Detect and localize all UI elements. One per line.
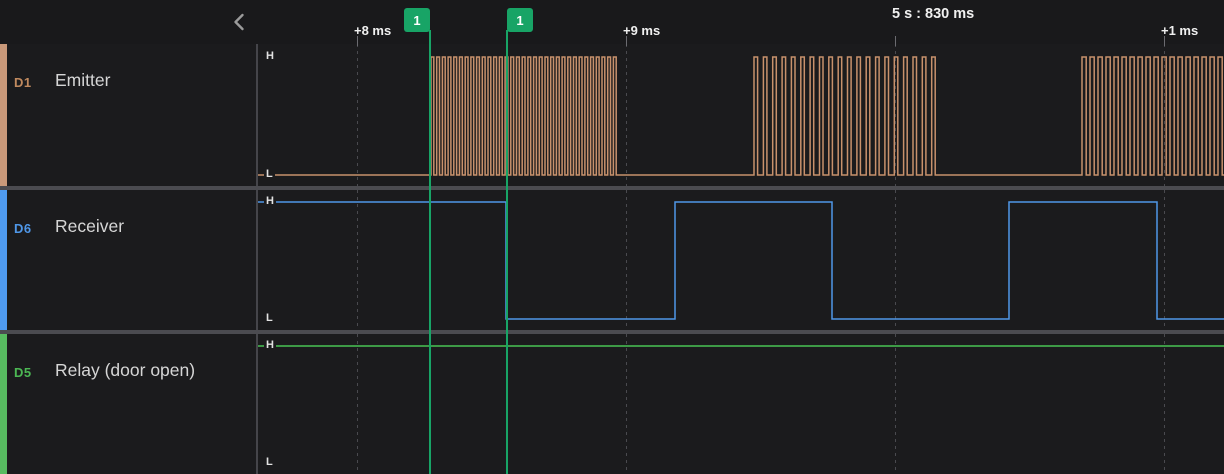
channel-color-bar: [0, 44, 7, 186]
timeline-tick-label: 5 s : 830 ms: [892, 6, 974, 22]
channel-id: D6: [14, 221, 32, 236]
waveform-area-relay[interactable]: HL: [258, 334, 1224, 474]
logic-analyzer-window: +8 ms +9 ms 5 s : 830 ms +1 ms 1 1 D1 Emitt…: [0, 0, 1224, 474]
timeline-ruler[interactable]: +8 ms +9 ms 5 s : 830 ms +1 ms: [0, 0, 1224, 44]
channel-id: D5: [14, 365, 32, 380]
timeline-tick-mark: [626, 36, 627, 46]
level-low-label: L: [264, 168, 275, 181]
digital-waveform-d6: [258, 190, 1224, 330]
waveform-area-emitter[interactable]: HL: [258, 44, 1224, 186]
timeline-tick-label: +1 ms: [1161, 23, 1198, 38]
channel-row-receiver: D6 Receiver HL: [0, 190, 1224, 330]
timeline-tick-label: +9 ms: [623, 23, 660, 38]
level-high-label: H: [264, 195, 276, 208]
level-high-label: H: [264, 50, 276, 63]
channel-row-emitter: D1 Emitter HL: [0, 44, 1224, 186]
channel-label-panel-emitter[interactable]: D1 Emitter: [0, 44, 258, 186]
chevron-left-icon: [232, 13, 246, 31]
timing-marker-flag-end[interactable]: 1: [507, 8, 533, 32]
channel-id: D1: [14, 75, 32, 90]
row-separator: [0, 186, 1224, 190]
timeline-tick-mark: [1164, 36, 1165, 46]
timing-marker-line[interactable]: [429, 30, 431, 474]
waveform-area-receiver[interactable]: HL: [258, 190, 1224, 330]
channel-color-bar: [0, 190, 7, 330]
channel-label-panel-receiver[interactable]: D6 Receiver: [0, 190, 258, 330]
channel-name: Receiver: [55, 216, 124, 237]
timing-marker-line[interactable]: [506, 30, 508, 474]
channel-label-panel-relay[interactable]: D5 Relay (door open): [0, 334, 258, 474]
digital-waveform-d5: [258, 334, 1224, 474]
channel-name: Emitter: [55, 70, 110, 91]
timing-marker-flag-start[interactable]: 1: [404, 8, 430, 32]
channel-name: Relay (door open): [55, 360, 195, 381]
level-low-label: L: [264, 312, 275, 325]
channel-color-bar: [0, 334, 7, 474]
channel-row-relay: D5 Relay (door open) HL: [0, 334, 1224, 474]
level-high-label: H: [264, 339, 276, 352]
row-separator: [0, 330, 1224, 334]
timeline-tick-label: +8 ms: [354, 23, 391, 38]
level-low-label: L: [264, 456, 275, 469]
timeline-tick-mark: [895, 36, 896, 46]
digital-waveform-d1: [258, 44, 1224, 186]
timeline-tick-mark: [357, 36, 358, 46]
collapse-sidebar-button[interactable]: [226, 9, 252, 35]
